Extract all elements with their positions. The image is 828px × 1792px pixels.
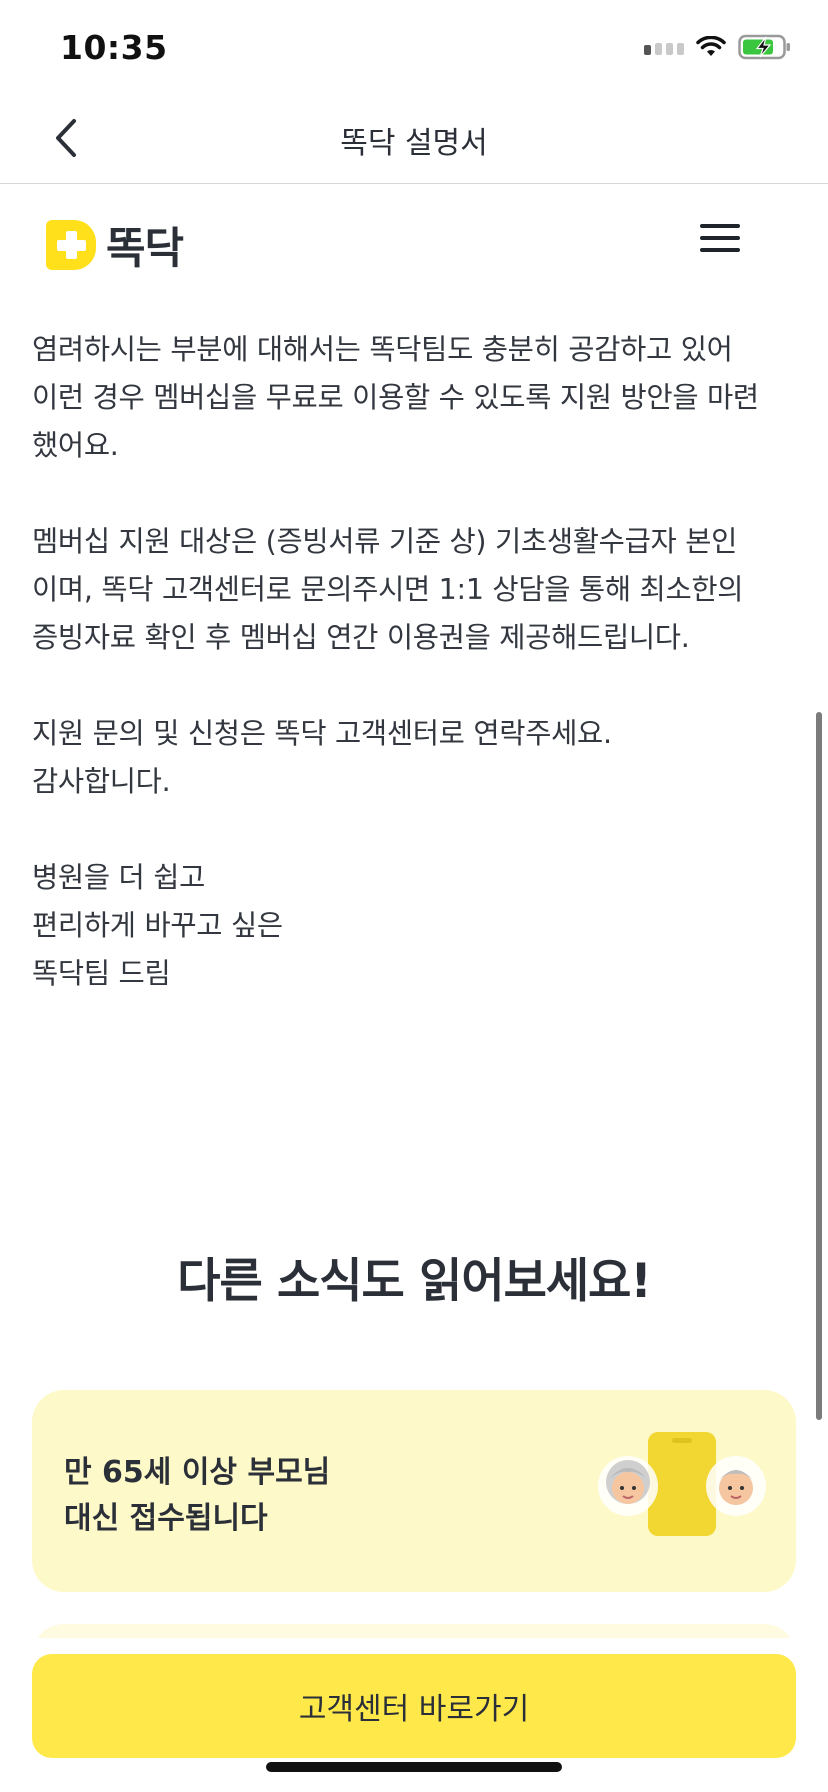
more-news-heading: 다른 소식도 읽어보세요! [177, 1254, 652, 1309]
article-line: 이런 경우 멤버십을 무료로 이용할 수 있도록 지원 방안을 마련 [32, 381, 759, 414]
article-line: 병원을 더 쉽고 [32, 861, 206, 894]
status-bar: 10:35 [0, 0, 828, 96]
article-line: 편리하게 바꾸고 싶은 [32, 909, 283, 942]
article-paragraph: 염려하시는 부분에 대해서는 똑닥팀도 충분히 공감하고 있어 이런 경우 멤버… [32, 326, 802, 470]
logo-text: 똑닥 [106, 224, 184, 274]
page-title: 똑닥 설명서 [340, 126, 488, 161]
hamburger-menu-icon [700, 224, 740, 228]
wifi-icon [696, 36, 726, 56]
news-card-title-line: 대신 접수됩니다 [64, 1501, 268, 1536]
home-indicator[interactable] [266, 1762, 562, 1772]
article-line: 했어요. [32, 429, 119, 462]
article-paragraph: 지원 문의 및 신청은 똑닥 고객센터로 연락주세요. 감사합니다. [32, 710, 802, 806]
article-body: 염려하시는 부분에 대해서는 똑닥팀도 충분히 공감하고 있어 이런 경우 멤버… [32, 326, 802, 1046]
article-signature: 병원을 더 쉽고 편리하게 바꾸고 싶은 똑닥팀 드림 [32, 854, 802, 998]
status-icons [644, 34, 792, 60]
article-line: 감사합니다. [32, 765, 171, 798]
article-line: 증빙자료 확인 후 멤버십 연간 이용권을 제공해드립니다. [32, 621, 690, 654]
article-paragraph: 멤버십 지원 대상은 (증빙서류 기준 상) 기초생활수급자 본인 이며, 똑닥… [32, 518, 802, 662]
site-header: 똑닥 [0, 184, 828, 294]
article-line: 멤버십 지원 대상은 (증빙서류 기준 상) 기초생활수급자 본인 [32, 525, 738, 558]
article-line: 지원 문의 및 신청은 똑닥 고객센터로 연락주세요. [32, 717, 612, 750]
logo-plus-icon [46, 220, 96, 270]
news-card-title-line: 만 65세 이상 부모님 [64, 1455, 331, 1490]
article-line: 이며, 똑닥 고객센터로 문의주시면 1:1 상담을 통해 최소한의 [32, 573, 744, 606]
logo[interactable]: 똑닥 [46, 214, 184, 276]
battery-charging-icon [738, 34, 790, 60]
news-card[interactable]: 만 65세 이상 부모님 대신 접수됩니다 [32, 1390, 796, 1592]
customer-center-button[interactable]: 고객센터 바로가기 [32, 1654, 796, 1758]
menu-button[interactable] [700, 222, 744, 256]
signal-icon [644, 39, 684, 55]
scrollbar[interactable] [816, 712, 822, 1420]
phone-with-grandparents-icon [598, 1432, 766, 1536]
status-time: 10:35 [60, 28, 168, 67]
news-card-title: 만 65세 이상 부모님 대신 접수됩니다 [64, 1450, 330, 1542]
navigation-bar: 똑닥 설명서 [0, 96, 828, 184]
article-line: 똑닥팀 드림 [32, 957, 171, 990]
article-line: 염려하시는 부분에 대해서는 똑닥팀도 충분히 공감하고 있어 [32, 333, 733, 366]
